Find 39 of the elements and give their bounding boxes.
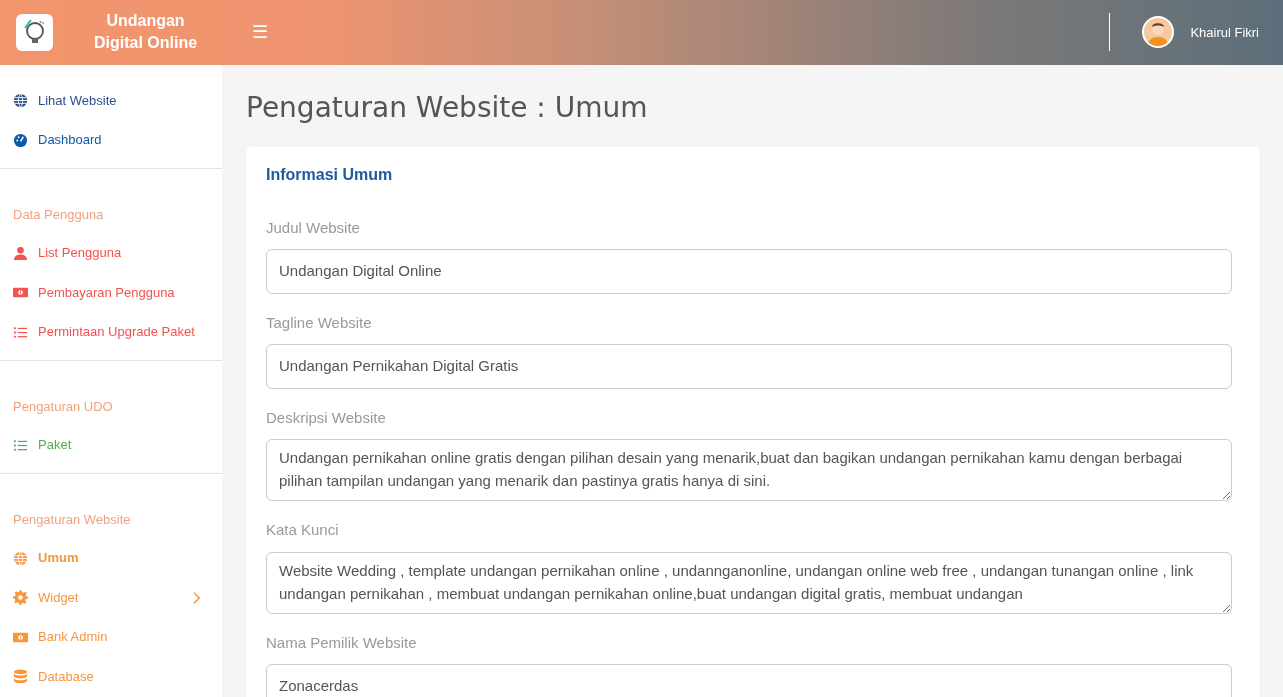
logo-icon <box>16 13 53 51</box>
sidebar-item[interactable]: Bank Admin <box>0 617 222 657</box>
globe-icon <box>13 550 28 566</box>
sidebar-item[interactable]: Widget <box>0 577 222 618</box>
menu-toggle[interactable]: ☰ <box>246 17 274 47</box>
input-field[interactable]: Zonacerdas <box>266 664 1232 697</box>
globe-icon <box>13 93 28 109</box>
sidebar-item[interactable]: Pembayaran Pengguna <box>0 272 222 313</box>
section-heading: Data Pengguna <box>12 205 105 224</box>
input-field[interactable]: Undangan Pernikahan Digital Gratis <box>266 344 1232 389</box>
sidebar-item[interactable]: Lihat Website <box>0 80 222 121</box>
text-area[interactable]: Website Wedding , template undangan pernikahan online , undannganonline, undangan online web free , undangan tunangan online , link undangan pernikahan , membuat undangan pernikahan online,buat undangan digital gratis, membuat undangan <box>266 551 1232 614</box>
user-name[interactable]: Khairul Fikri <box>1190 22 1259 43</box>
database-icon <box>13 669 28 685</box>
section-heading: Pengaturan Website <box>12 510 132 529</box>
field-label: Tagline Website <box>266 312 373 333</box>
text-area[interactable]: Undangan pernikahan online gratis dengan pilihan desain yang menarik,buat dan bagikan undangan pernikahan kamu dengan berbagai pilihan tampilan undangan yang menarik dan pastinya gratis hanya di sini. <box>266 439 1232 501</box>
list-icon <box>13 437 28 453</box>
sidebar-item[interactable]: Database <box>0 656 222 697</box>
field-label: Judul Website <box>266 217 361 238</box>
field-label: Deskripsi Website <box>266 407 387 428</box>
gear-icon <box>13 590 28 606</box>
brand-title-line: Digital Online <box>92 33 199 54</box>
input-field[interactable]: Undangan Digital Online <box>266 249 1232 294</box>
field-label: Kata Kunci <box>266 520 340 540</box>
card-title: Informasi Umum <box>266 164 394 185</box>
sidebar-item[interactable]: Permintaan Upgrade Paket <box>0 312 222 352</box>
brand-title-line: Undangan <box>105 11 186 32</box>
page-title: Pengaturan Website : Umum <box>246 90 649 125</box>
sidebar-item[interactable]: List Pengguna <box>0 233 222 273</box>
section-heading: Pengaturan UDO <box>12 397 114 416</box>
sidebar-item[interactable]: Paket <box>0 425 222 465</box>
sidebar-item[interactable]: Dashboard <box>0 120 222 160</box>
avatar-icon[interactable] <box>1142 16 1175 49</box>
list-icon <box>13 324 28 340</box>
field-label: Nama Pemilik Website <box>266 632 418 653</box>
sidebar-item[interactable]: Umum <box>0 538 222 578</box>
gauge-icon <box>13 132 28 148</box>
person-icon <box>13 245 28 261</box>
